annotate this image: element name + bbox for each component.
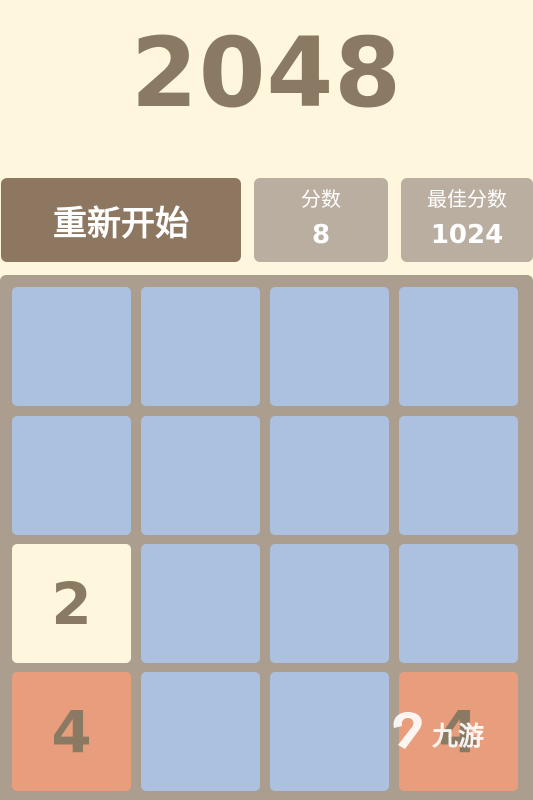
tile-r2-c4 (399, 416, 518, 535)
tile-r1-c4 (399, 287, 518, 406)
tile-r3-c2 (141, 544, 260, 663)
watermark-text: 九游 (432, 721, 485, 752)
tile-r4-c1: 4 (12, 672, 131, 791)
tile-r4-c2 (141, 672, 260, 791)
best-score-box: 最佳分数 1024 (401, 178, 533, 262)
tile-r2-c2 (141, 416, 260, 535)
tile-r3-c3 (270, 544, 389, 663)
best-score-label: 最佳分数 (427, 187, 507, 211)
tile-r1-c2 (141, 287, 260, 406)
best-score-value: 1024 (430, 220, 504, 250)
score-value: 8 (311, 220, 331, 250)
game-title: 2048 (130, 17, 403, 129)
tile-r1-c1 (12, 287, 131, 406)
tile-r3-c1: 2 (12, 544, 131, 663)
score-box: 分数 8 (254, 178, 388, 262)
tile-r1-c3 (270, 287, 389, 406)
score-label: 分数 (301, 187, 341, 211)
tile-r3-c4 (399, 544, 518, 663)
tile-r2-c1 (12, 416, 131, 535)
tile-r2-c3 (270, 416, 389, 535)
restart-button[interactable]: 重新开始 (1, 178, 241, 262)
nine-game-logo-icon (388, 709, 432, 760)
tile-r4-c3 (270, 672, 389, 791)
watermark: 九游 (388, 706, 508, 762)
